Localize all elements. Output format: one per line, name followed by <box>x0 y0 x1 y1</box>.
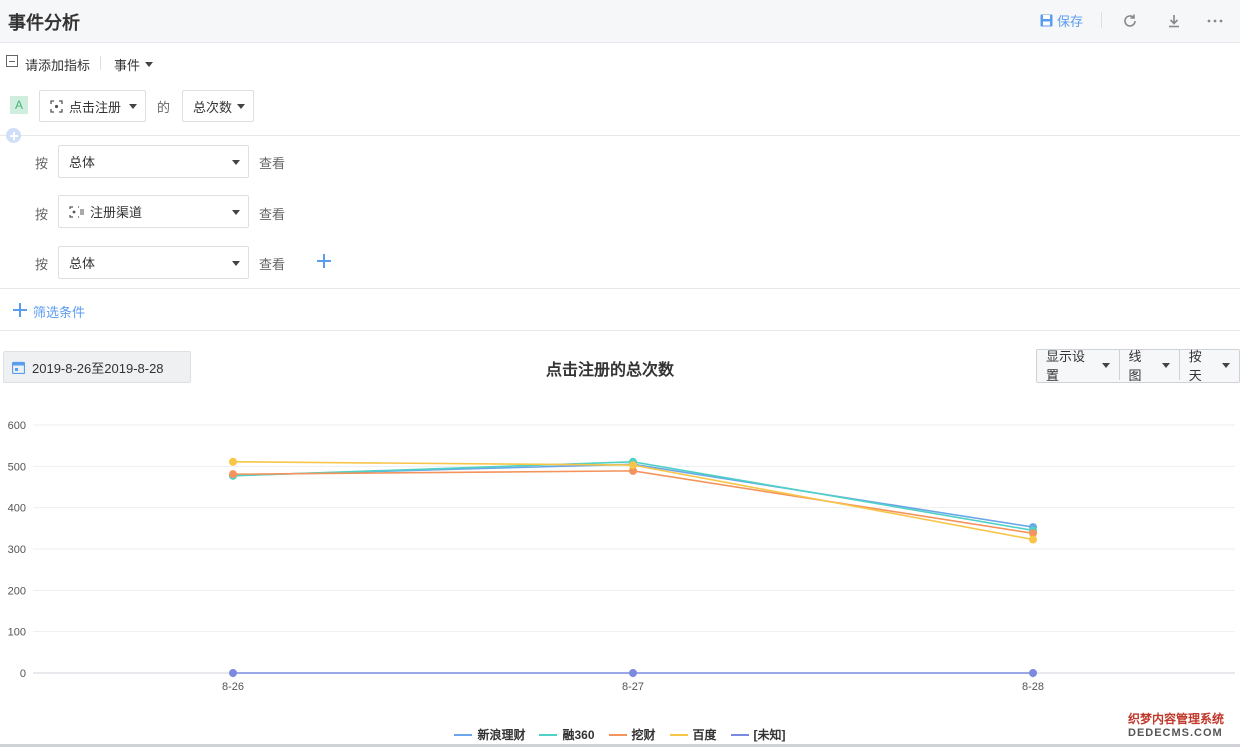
y-tick-label: 300 <box>8 544 26 556</box>
legend-item[interactable]: 百度 <box>669 726 717 743</box>
download-icon[interactable] <box>1163 10 1185 32</box>
aggregation-select-value: 总次数 <box>193 99 233 115</box>
group-suffix: 查看 <box>259 257 286 272</box>
data-point <box>229 457 237 466</box>
group-prefix: 按 <box>35 257 49 272</box>
divider <box>0 330 1240 331</box>
chevron-down-icon <box>232 260 240 266</box>
event-menu[interactable]: 事件 <box>114 55 154 74</box>
refresh-icon[interactable] <box>1119 10 1141 32</box>
toolbar-divider <box>1101 12 1102 28</box>
data-point <box>1029 535 1037 544</box>
event-select[interactable]: 点击注册 <box>39 90 146 122</box>
divider <box>0 135 1240 136</box>
group-select-value: 总体 <box>69 256 96 271</box>
data-point <box>1029 669 1037 677</box>
collapse-icon[interactable] <box>6 55 18 67</box>
group-suffix: 查看 <box>259 207 286 222</box>
granularity-button[interactable]: 按天 <box>1180 349 1239 383</box>
x-tick-label: 8-26 <box>222 681 244 693</box>
connector-label: 的 <box>157 100 171 115</box>
chevron-down-icon <box>232 159 240 165</box>
group-prefix: 按 <box>35 156 49 171</box>
legend-label: 新浪理财 <box>477 728 526 742</box>
add-group-icon[interactable] <box>317 254 331 268</box>
save-button[interactable]: 保存 <box>1040 11 1083 30</box>
chevron-down-icon <box>1161 363 1170 368</box>
y-tick-label: 400 <box>8 503 26 515</box>
metric-badge: A <box>10 96 28 114</box>
event-menu-label: 事件 <box>114 58 141 73</box>
event-select-value: 点击注册 <box>69 99 122 115</box>
legend-label: 百度 <box>692 728 717 742</box>
legend-label: 挖财 <box>631 728 656 742</box>
x-tick-label: 8-27 <box>622 681 644 693</box>
chevron-down-icon <box>1101 363 1110 368</box>
more-icon[interactable] <box>1204 10 1226 32</box>
group-select-2[interactable]: 注册渠道 <box>58 195 249 228</box>
y-tick-label: 200 <box>8 585 26 597</box>
y-tick-label: 600 <box>8 420 26 432</box>
line-chart: 0 100 200 300 400 500 600 8-26 8-27 8-28 <box>8 420 1235 693</box>
data-point <box>629 461 637 470</box>
group-select-value: 总体 <box>69 155 96 170</box>
page-title: 事件分析 <box>8 13 80 33</box>
group-select-1[interactable]: 总体 <box>58 145 249 178</box>
add-metric-label: 请添加指标 <box>25 58 91 73</box>
save-label: 保存 <box>1057 14 1084 29</box>
data-point <box>229 669 237 677</box>
aggregation-select[interactable]: 总次数 <box>182 90 254 122</box>
legend-label: [未知] <box>753 728 786 742</box>
chart-legend: 新浪理财 融360 挖财 百度 [未知] <box>0 726 1240 743</box>
chart-type-button[interactable]: 线图 <box>1120 349 1180 383</box>
add-filter-icon[interactable] <box>13 303 27 317</box>
chevron-down-icon <box>145 62 154 67</box>
data-point <box>629 669 637 677</box>
chevron-down-icon <box>1222 363 1230 368</box>
group-prefix: 按 <box>35 207 49 222</box>
add-metric-icon[interactable] <box>6 128 21 143</box>
x-tick-label: 8-28 <box>1022 681 1044 693</box>
watermark-line1: 织梦内容管理系统 <box>1128 712 1225 726</box>
top-bar: 事件分析 保存 <box>0 0 1240 43</box>
divider <box>0 288 1240 289</box>
watermark: 织梦内容管理系统 DEDECMS.COM <box>1128 712 1224 740</box>
row-divider <box>100 56 101 70</box>
chart-type-label: 线图 <box>1128 349 1142 383</box>
y-tick-label: 500 <box>8 461 26 473</box>
chevron-down-icon <box>129 104 137 109</box>
filter-conditions-link[interactable]: 筛选条件 <box>33 302 85 321</box>
chevron-down-icon <box>232 209 240 215</box>
legend-swatch <box>669 733 688 736</box>
display-settings-label: 显示设置 <box>1046 349 1086 383</box>
display-settings-button[interactable]: 显示设置 <box>1037 349 1120 383</box>
legend-swatch <box>539 733 558 736</box>
y-tick-label: 0 <box>20 668 26 680</box>
group-select-value: 注册渠道 <box>90 205 143 220</box>
watermark-line2: DEDECMS.COM <box>1128 727 1223 739</box>
series-line <box>232 470 1034 535</box>
legend-item[interactable]: 融360 <box>539 726 595 743</box>
chevron-down-icon <box>237 104 245 109</box>
legend-swatch <box>730 733 749 736</box>
group-select-3[interactable]: 总体 <box>58 246 249 279</box>
group-suffix: 查看 <box>259 156 286 171</box>
legend-swatch <box>454 733 473 736</box>
legend-item[interactable]: [未知] <box>730 726 786 743</box>
data-point <box>229 470 237 479</box>
event-icon <box>50 99 63 113</box>
y-tick-label: 100 <box>8 627 26 639</box>
save-icon <box>1040 14 1053 27</box>
legend-item[interactable]: 新浪理财 <box>454 726 525 743</box>
property-icon <box>69 205 84 218</box>
legend-swatch <box>608 733 627 736</box>
chart-options-group: 显示设置 线图 按天 <box>1036 349 1240 383</box>
granularity-label: 按天 <box>1188 349 1202 383</box>
legend-label: 融360 <box>562 728 595 742</box>
legend-item[interactable]: 挖财 <box>608 726 656 743</box>
